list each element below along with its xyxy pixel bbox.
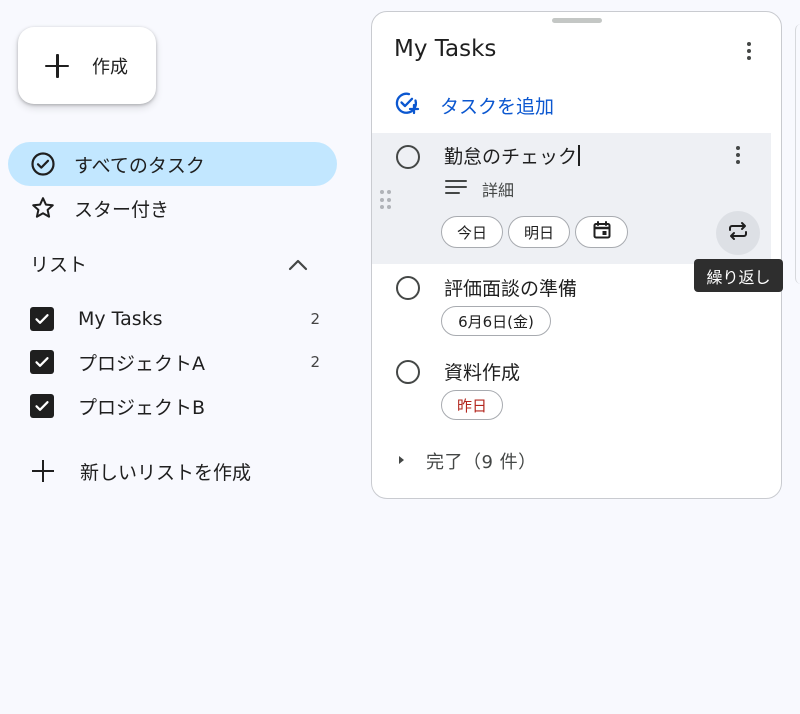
nav-all-tasks[interactable]: すべてのタスク: [8, 142, 337, 186]
repeat-button[interactable]: [716, 211, 760, 255]
plus-icon: [30, 458, 56, 484]
checkbox-checked-icon[interactable]: [30, 350, 54, 374]
nav-starred-label: スター付き: [74, 198, 170, 221]
chip-tomorrow[interactable]: 明日: [508, 216, 570, 248]
task-title-text: 勤怠のチェック: [444, 146, 578, 168]
add-task-icon: [394, 90, 420, 120]
plus-icon: [44, 53, 70, 79]
new-list-label: 新しいリストを作成: [80, 461, 252, 484]
chevron-up-icon[interactable]: [284, 251, 312, 279]
task-title[interactable]: 評価面談の準備: [444, 274, 577, 301]
adjacent-panel-edge: [795, 24, 800, 284]
panel-title: My Tasks: [394, 36, 497, 62]
due-date-chip-overdue[interactable]: 昨日: [441, 390, 503, 420]
add-task-button[interactable]: タスクを追加: [394, 90, 554, 120]
create-button[interactable]: 作成: [18, 27, 156, 104]
task-details-placeholder: 詳細: [482, 181, 515, 200]
checkbox-checked-icon[interactable]: [30, 394, 54, 418]
caret-right-icon: [394, 452, 408, 471]
drag-grip-icon[interactable]: [380, 190, 392, 210]
task-details-field[interactable]: 詳細: [444, 177, 514, 201]
list-name: プロジェクトB: [78, 396, 206, 419]
notes-lines-icon: [444, 177, 468, 201]
nav-all-tasks-label: すべてのタスク: [74, 154, 205, 177]
complete-task-circle-icon[interactable]: [396, 360, 420, 384]
tasks-panel: My Tasks タスクを追加 勤怠のチェック 詳細 今日 明日 評価面談の準備…: [371, 11, 782, 499]
repeat-tooltip: 繰り返し: [694, 259, 783, 292]
date-picker-button[interactable]: [575, 216, 628, 248]
star-icon: [30, 195, 56, 221]
list-count: 2: [310, 310, 320, 328]
complete-task-circle-icon[interactable]: [396, 145, 420, 169]
list-item[interactable]: プロジェクトB: [30, 387, 320, 425]
lists-section-title: リスト: [30, 254, 88, 276]
chip-today[interactable]: 今日: [441, 216, 503, 248]
due-date-chip[interactable]: 6月6日(金): [441, 306, 551, 336]
task-title[interactable]: 資料作成: [444, 358, 520, 385]
panel-drag-handle[interactable]: [552, 18, 602, 23]
list-item[interactable]: プロジェクトA 2: [30, 343, 320, 381]
list-name: プロジェクトA: [78, 352, 205, 375]
task-more-vert-icon[interactable]: [726, 143, 750, 167]
more-vert-icon[interactable]: [737, 39, 761, 63]
task-title-input[interactable]: 勤怠のチェック: [444, 142, 580, 169]
list-count: 2: [310, 353, 320, 371]
text-cursor: [578, 145, 580, 166]
repeat-icon: [726, 219, 750, 247]
calendar-icon: [592, 220, 612, 244]
completed-label: 完了（9 件）: [426, 452, 537, 473]
list-name: My Tasks: [78, 308, 163, 330]
add-task-label: タスクを追加: [440, 95, 555, 118]
completed-section-toggle[interactable]: 完了（9 件）: [394, 446, 537, 476]
checkbox-checked-icon[interactable]: [30, 307, 54, 331]
list-item[interactable]: My Tasks 2: [30, 300, 320, 338]
create-button-label: 作成: [92, 56, 128, 78]
new-list-button[interactable]: 新しいリストを作成: [30, 452, 251, 490]
complete-task-circle-icon[interactable]: [396, 276, 420, 300]
check-circle-icon: [30, 151, 56, 177]
nav-starred[interactable]: スター付き: [8, 186, 337, 230]
